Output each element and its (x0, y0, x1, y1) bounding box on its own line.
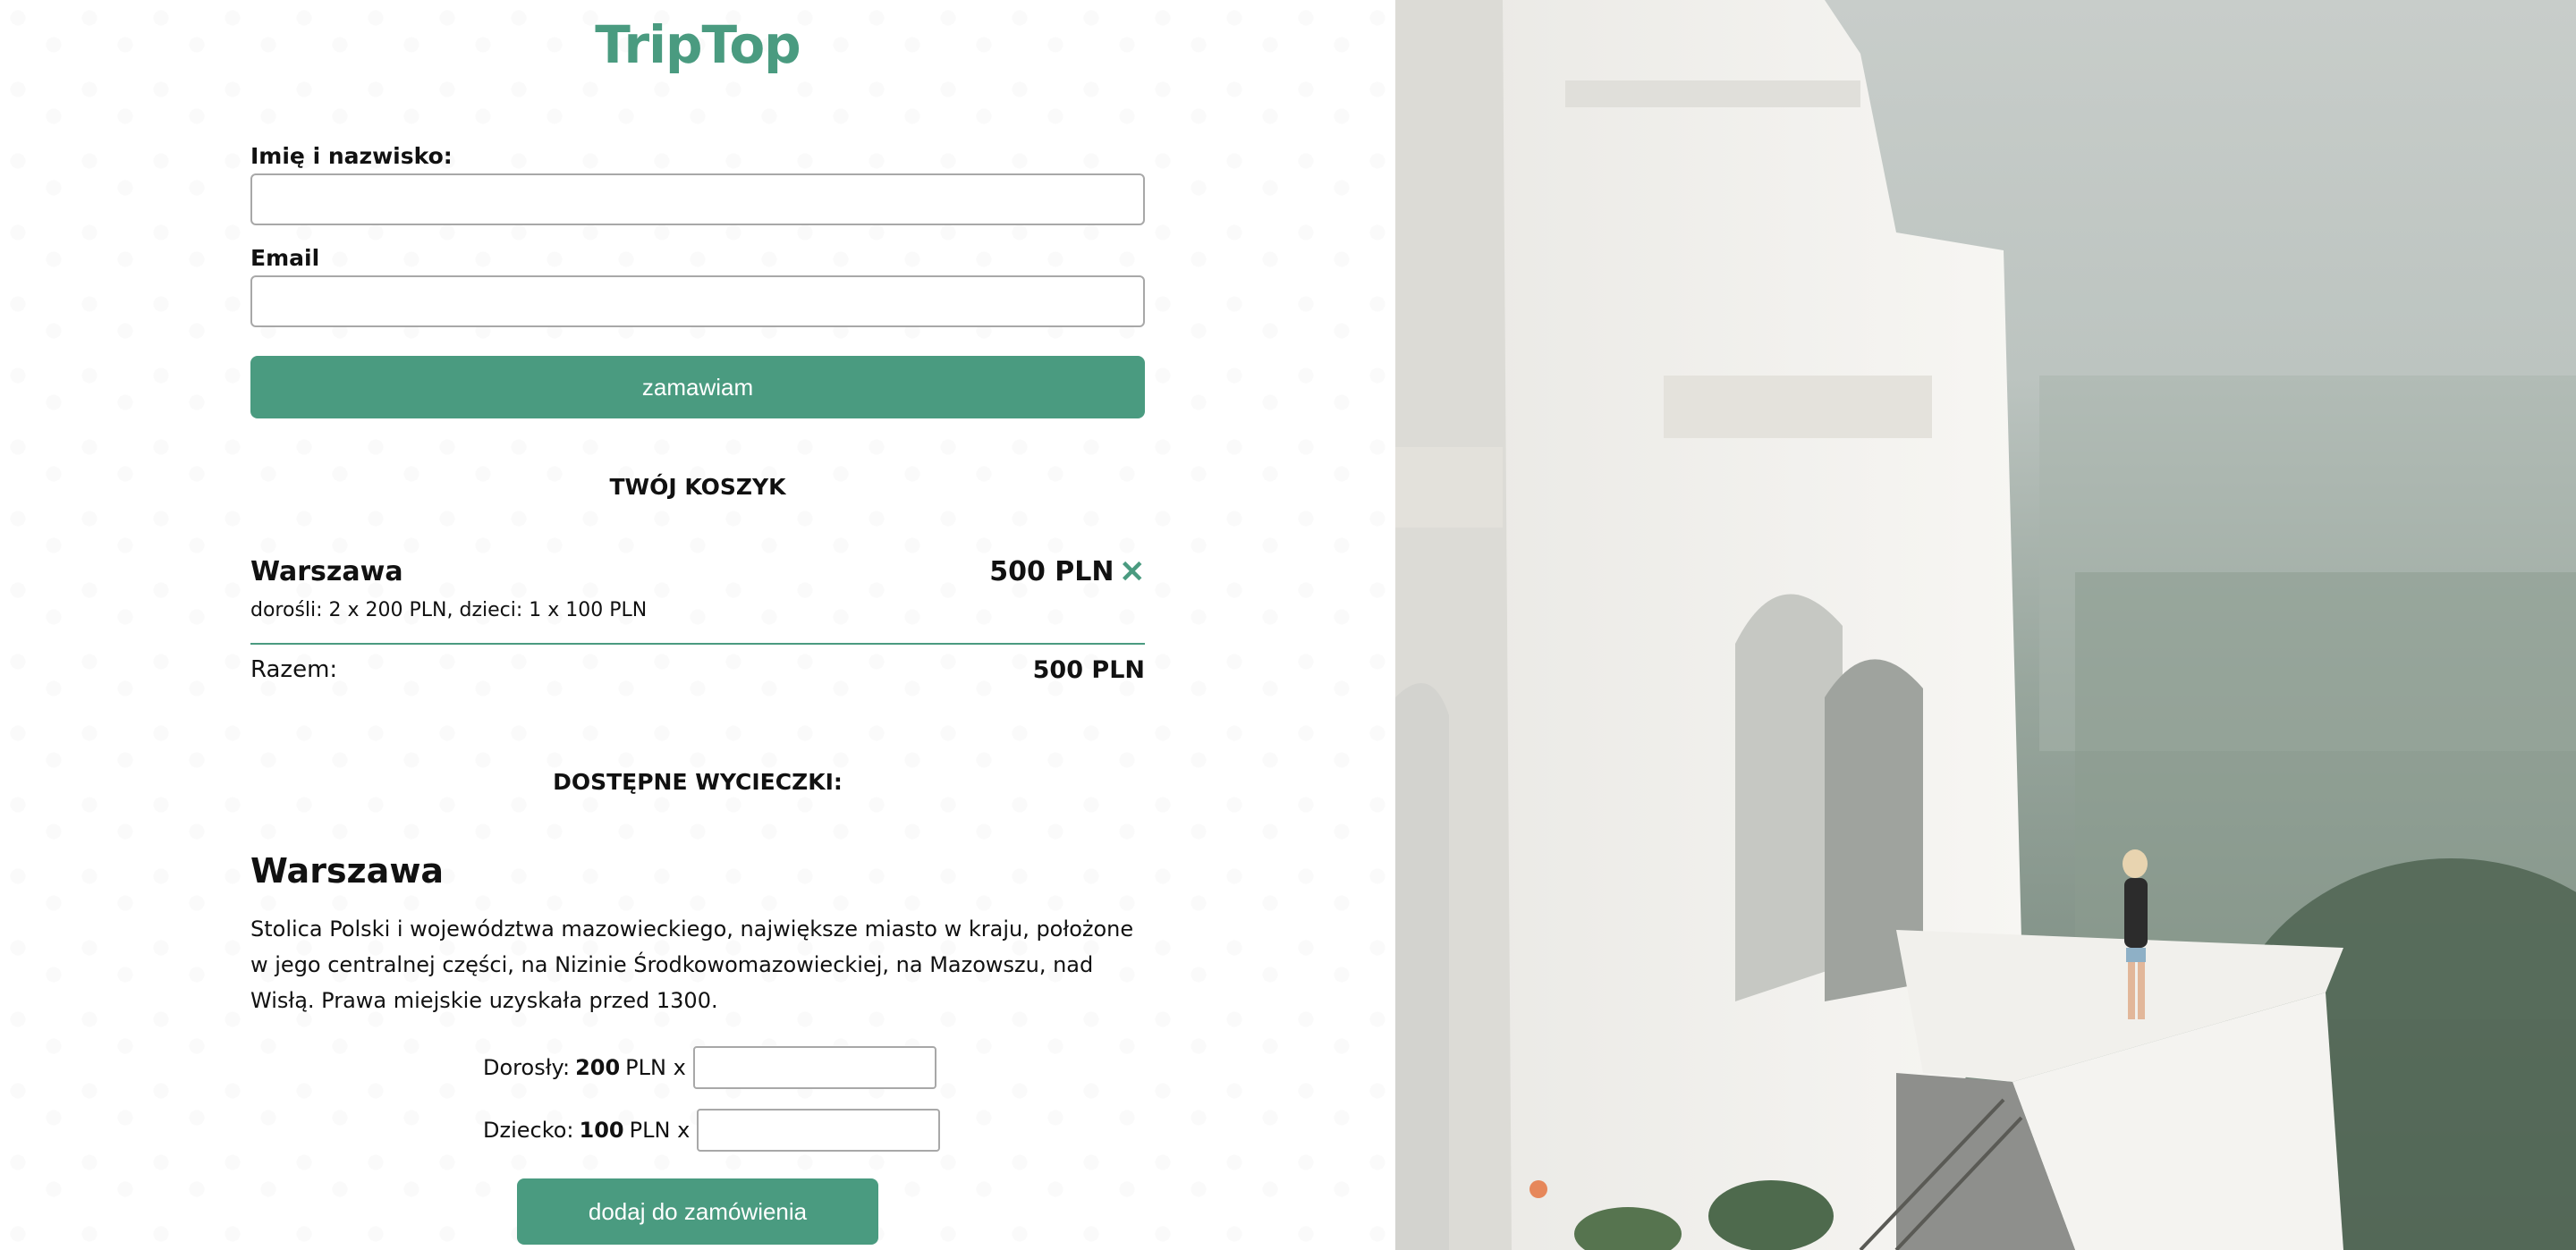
total-label: Razem: (250, 656, 338, 683)
child-row: Dziecko: 100 PLN x (483, 1109, 941, 1152)
child-quantity-input[interactable] (697, 1109, 941, 1152)
email-input[interactable] (250, 275, 1145, 327)
hero-image (1395, 0, 2576, 1250)
name-input[interactable] (250, 173, 1145, 225)
trips-heading: DOSTĘPNE WYCIECZKI: (553, 769, 843, 795)
add-to-order-button[interactable]: dodaj do zamówienia (517, 1178, 878, 1245)
order-panel: TripTop Imię i nazwisko: Email zamawiam … (0, 0, 1395, 1250)
name-label: Imię i nazwisko: (250, 143, 453, 169)
trip-description: Stolica Polski i województwa mazowieckie… (250, 916, 1134, 1013)
adult-row: Dorosły: 200 PLN x (483, 1046, 936, 1089)
total-value: 500 PLN (1032, 656, 1145, 684)
logo: TripTop (595, 14, 801, 75)
child-currency: PLN x (629, 1118, 691, 1143)
adult-quantity-input[interactable] (692, 1046, 936, 1089)
child-price: 100 (579, 1118, 624, 1143)
child-label: Dziecko: (483, 1118, 574, 1143)
email-label: Email (250, 245, 320, 271)
order-button[interactable]: zamawiam (250, 356, 1145, 418)
adult-currency: PLN x (625, 1055, 686, 1080)
adult-price: 200 (575, 1055, 621, 1080)
cart-heading: TWÓJ KOSZYK (609, 474, 786, 500)
cart-divider (250, 643, 1145, 645)
trip-title: Warszawa (250, 851, 445, 891)
cart-total: Razem: 500 PLN (250, 655, 1145, 690)
close-icon[interactable]: ✕ (1120, 557, 1146, 587)
cart-item-price: 500 PLN (989, 556, 1114, 587)
adult-label: Dorosły: (483, 1055, 571, 1080)
cart-item: Warszawa 500 PLN ✕ (250, 556, 1145, 592)
hero-illustration (1395, 0, 2576, 1250)
cart-item-name: Warszawa (250, 556, 403, 587)
cart-item-details: dorośli: 2 x 200 PLN, dzieci: 1 x 100 PL… (250, 599, 648, 621)
